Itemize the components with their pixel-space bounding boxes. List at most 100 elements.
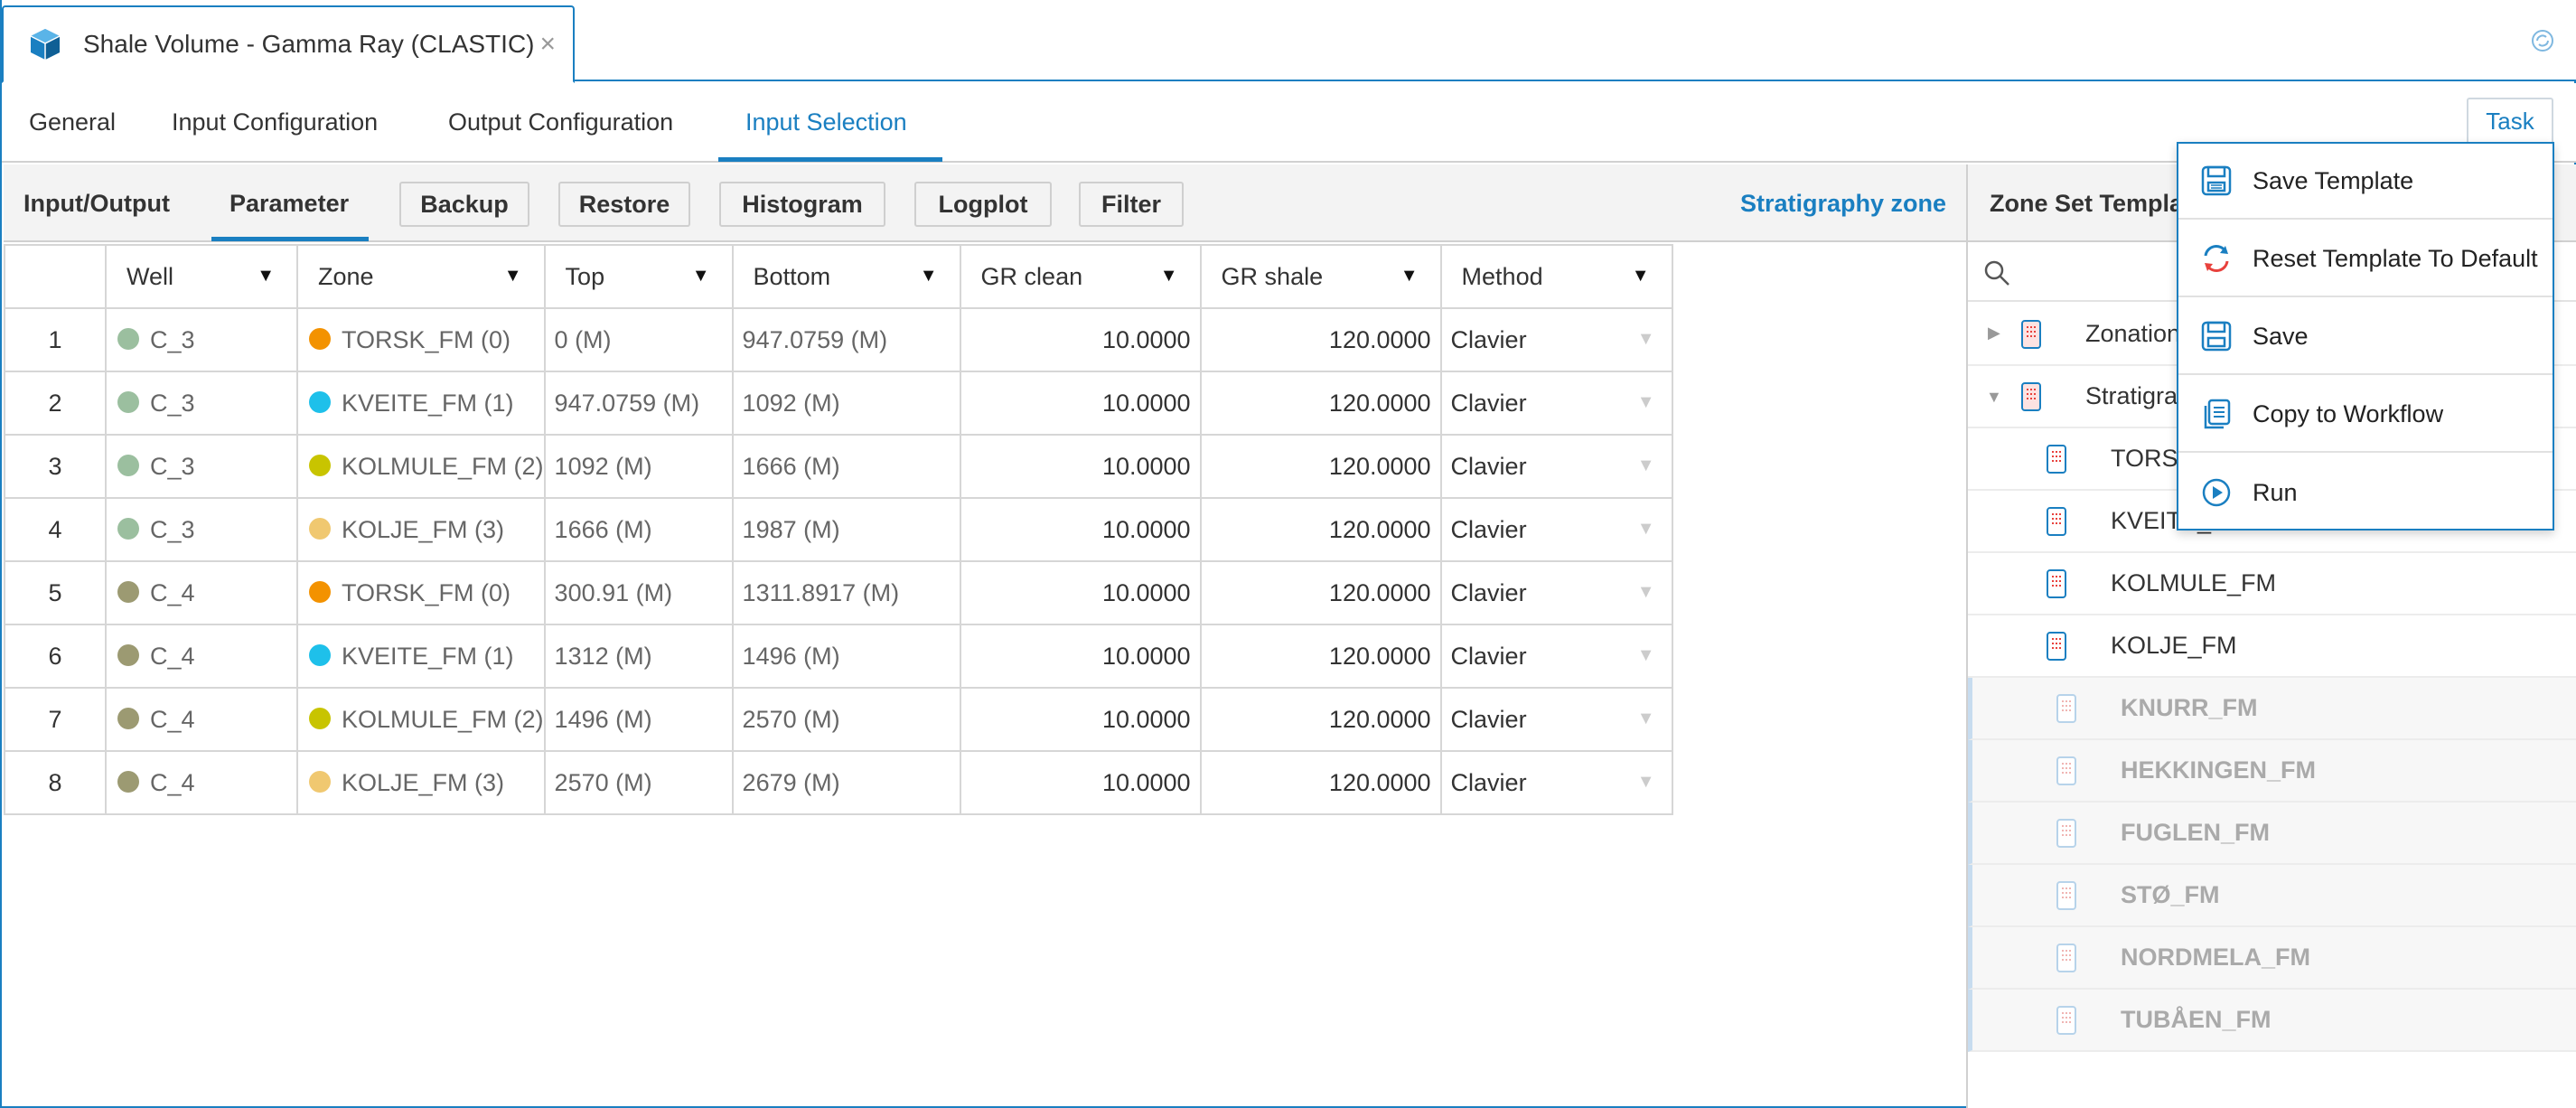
sort-down-icon[interactable]: ▼ [504, 266, 522, 286]
stratigraphy-zone-link[interactable]: Stratigraphy zone [1740, 164, 1946, 242]
bottom-cell[interactable]: 2679 (M) [731, 750, 961, 815]
tab-parameter[interactable]: Parameter [229, 164, 349, 242]
gr-shale-cell[interactable]: 120.0000 [1199, 497, 1442, 562]
table-row[interactable]: 4 C_3 KOLJE_FM (3) 1666 (M) 1987 (M) 10.0000 1… [4, 497, 1673, 562]
document-tab[interactable]: Shale Volume - Gamma Ray (CLASTIC) × [2, 5, 575, 83]
backup-button[interactable]: Backup [399, 182, 529, 227]
table-row[interactable]: 2 C_3 KVEITE_FM (1) 947.0759 (M) 1092 (M) 10.… [4, 371, 1673, 436]
tree-item[interactable]: STØ_FM [1968, 865, 2576, 927]
task-button[interactable]: Task [2467, 98, 2553, 145]
bottom-cell[interactable]: 1666 (M) [731, 434, 961, 499]
tree-item[interactable]: FUGLEN_FM [1968, 803, 2576, 865]
histogram-button[interactable]: Histogram [719, 182, 885, 227]
gr-clean-cell[interactable]: 10.0000 [959, 560, 1202, 625]
collapse-caret-icon[interactable]: ▼ [1986, 388, 2002, 407]
top-cell[interactable]: 1312 (M) [543, 624, 734, 689]
chevron-down-icon[interactable]: ▼ [1637, 455, 1655, 476]
top-cell[interactable]: 300.91 (M) [543, 560, 734, 625]
chevron-down-icon[interactable]: ▼ [1637, 329, 1655, 350]
gr-shale-cell[interactable]: 120.0000 [1199, 434, 1442, 499]
well-cell[interactable]: C_3 [105, 497, 298, 562]
gr-shale-cell[interactable]: 120.0000 [1199, 687, 1442, 752]
gr-clean-cell[interactable]: 10.0000 [959, 624, 1202, 689]
sort-down-icon[interactable]: ▼ [257, 266, 275, 286]
sync-icon[interactable] [2529, 27, 2556, 54]
sort-down-icon[interactable]: ▼ [1400, 266, 1419, 286]
top-cell[interactable]: 1092 (M) [543, 434, 734, 499]
top-cell[interactable]: 1496 (M) [543, 687, 734, 752]
table-row[interactable]: 3 C_3 KOLMULE_FM (2) 1092 (M) 1666 (M) 10.000… [4, 434, 1673, 499]
bottom-cell[interactable]: 1496 (M) [731, 624, 961, 689]
method-cell[interactable]: Clavier ▼ [1439, 434, 1673, 499]
well-cell[interactable]: C_4 [105, 687, 298, 752]
top-cell[interactable]: 947.0759 (M) [543, 371, 734, 436]
chevron-down-icon[interactable]: ▼ [1637, 772, 1655, 793]
sort-down-icon[interactable]: ▼ [1632, 266, 1650, 286]
bottom-cell[interactable]: 947.0759 (M) [731, 307, 961, 372]
bottom-cell[interactable]: 1092 (M) [731, 371, 961, 436]
method-cell[interactable]: Clavier ▼ [1439, 750, 1673, 815]
column-header-bottom[interactable]: Bottom ▼ [731, 244, 961, 309]
zone-cell[interactable]: KVEITE_FM (1) [296, 624, 546, 689]
gr-shale-cell[interactable]: 120.0000 [1199, 307, 1442, 372]
tree-item[interactable]: KOLJE_FM [1968, 615, 2576, 678]
zone-cell[interactable]: KOLJE_FM (3) [296, 497, 546, 562]
zone-cell[interactable]: KOLMULE_FM (2) [296, 687, 546, 752]
top-cell[interactable]: 1666 (M) [543, 497, 734, 562]
well-cell[interactable]: C_3 [105, 371, 298, 436]
top-cell[interactable]: 2570 (M) [543, 750, 734, 815]
sort-down-icon[interactable]: ▼ [1160, 266, 1178, 286]
tab-general[interactable]: General [29, 83, 116, 163]
sort-down-icon[interactable]: ▼ [692, 266, 710, 286]
gr-shale-cell[interactable]: 120.0000 [1199, 371, 1442, 436]
column-header-zone[interactable]: Zone ▼ [296, 244, 546, 309]
restore-button[interactable]: Restore [558, 182, 690, 227]
gr-shale-cell[interactable]: 120.0000 [1199, 750, 1442, 815]
top-cell[interactable]: 0 (M) [543, 307, 734, 372]
well-cell[interactable]: C_4 [105, 560, 298, 625]
table-row[interactable]: 7 C_4 KOLMULE_FM (2) 1496 (M) 2570 (M) 10.000… [4, 687, 1673, 752]
chevron-down-icon[interactable]: ▼ [1637, 582, 1655, 603]
tree-item[interactable]: KNURR_FM [1968, 678, 2576, 740]
chevron-down-icon[interactable]: ▼ [1637, 645, 1655, 666]
chevron-down-icon[interactable]: ▼ [1637, 392, 1655, 413]
well-cell[interactable]: C_3 [105, 307, 298, 372]
tab-input-selection[interactable]: Input Selection [745, 83, 907, 163]
zone-cell[interactable]: TORSK_FM (0) [296, 560, 546, 625]
bottom-cell[interactable]: 1987 (M) [731, 497, 961, 562]
close-icon[interactable]: × [540, 29, 557, 60]
logplot-button[interactable]: Logplot [914, 182, 1052, 227]
gr-clean-cell[interactable]: 10.0000 [959, 750, 1202, 815]
tab-input-configuration[interactable]: Input Configuration [172, 83, 378, 163]
zone-cell[interactable]: TORSK_FM (0) [296, 307, 546, 372]
column-header-method[interactable]: Method ▼ [1439, 244, 1673, 309]
chevron-down-icon[interactable]: ▼ [1637, 519, 1655, 540]
column-header-gr-shale[interactable]: GR shale ▼ [1199, 244, 1442, 309]
table-row[interactable]: 8 C_4 KOLJE_FM (3) 2570 (M) 2679 (M) 10.0000 1… [4, 750, 1673, 815]
menu-item-copy-to-workflow[interactable]: Copy to Workflow [2178, 377, 2553, 453]
method-cell[interactable]: Clavier ▼ [1439, 624, 1673, 689]
bottom-cell[interactable]: 1311.8917 (M) [731, 560, 961, 625]
column-header-well[interactable]: Well ▼ [105, 244, 298, 309]
gr-shale-cell[interactable]: 120.0000 [1199, 560, 1442, 625]
table-row[interactable]: 5 C_4 TORSK_FM (0) 300.91 (M) 1311.8917 (M) 1… [4, 560, 1673, 625]
table-row[interactable]: 6 C_4 KVEITE_FM (1) 1312 (M) 1496 (M) 10.0000… [4, 624, 1673, 689]
gr-shale-cell[interactable]: 120.0000 [1199, 624, 1442, 689]
gr-clean-cell[interactable]: 10.0000 [959, 371, 1202, 436]
well-cell[interactable]: C_4 [105, 624, 298, 689]
menu-item-save-template[interactable]: Save Template [2178, 144, 2553, 220]
gr-clean-cell[interactable]: 10.0000 [959, 307, 1202, 372]
gr-clean-cell[interactable]: 10.0000 [959, 497, 1202, 562]
tab-output-configuration[interactable]: Output Configuration [448, 83, 673, 163]
method-cell[interactable]: Clavier ▼ [1439, 307, 1673, 372]
tree-item[interactable]: KOLMULE_FM [1968, 553, 2576, 615]
tree-item[interactable]: HEKKINGEN_FM [1968, 740, 2576, 803]
gr-clean-cell[interactable]: 10.0000 [959, 434, 1202, 499]
filter-button[interactable]: Filter [1079, 182, 1184, 227]
method-cell[interactable]: Clavier ▼ [1439, 371, 1673, 436]
bottom-cell[interactable]: 2570 (M) [731, 687, 961, 752]
well-cell[interactable]: C_3 [105, 434, 298, 499]
menu-item-save[interactable]: Save [2178, 299, 2553, 375]
column-header-top[interactable]: Top ▼ [543, 244, 734, 309]
method-cell[interactable]: Clavier ▼ [1439, 560, 1673, 625]
